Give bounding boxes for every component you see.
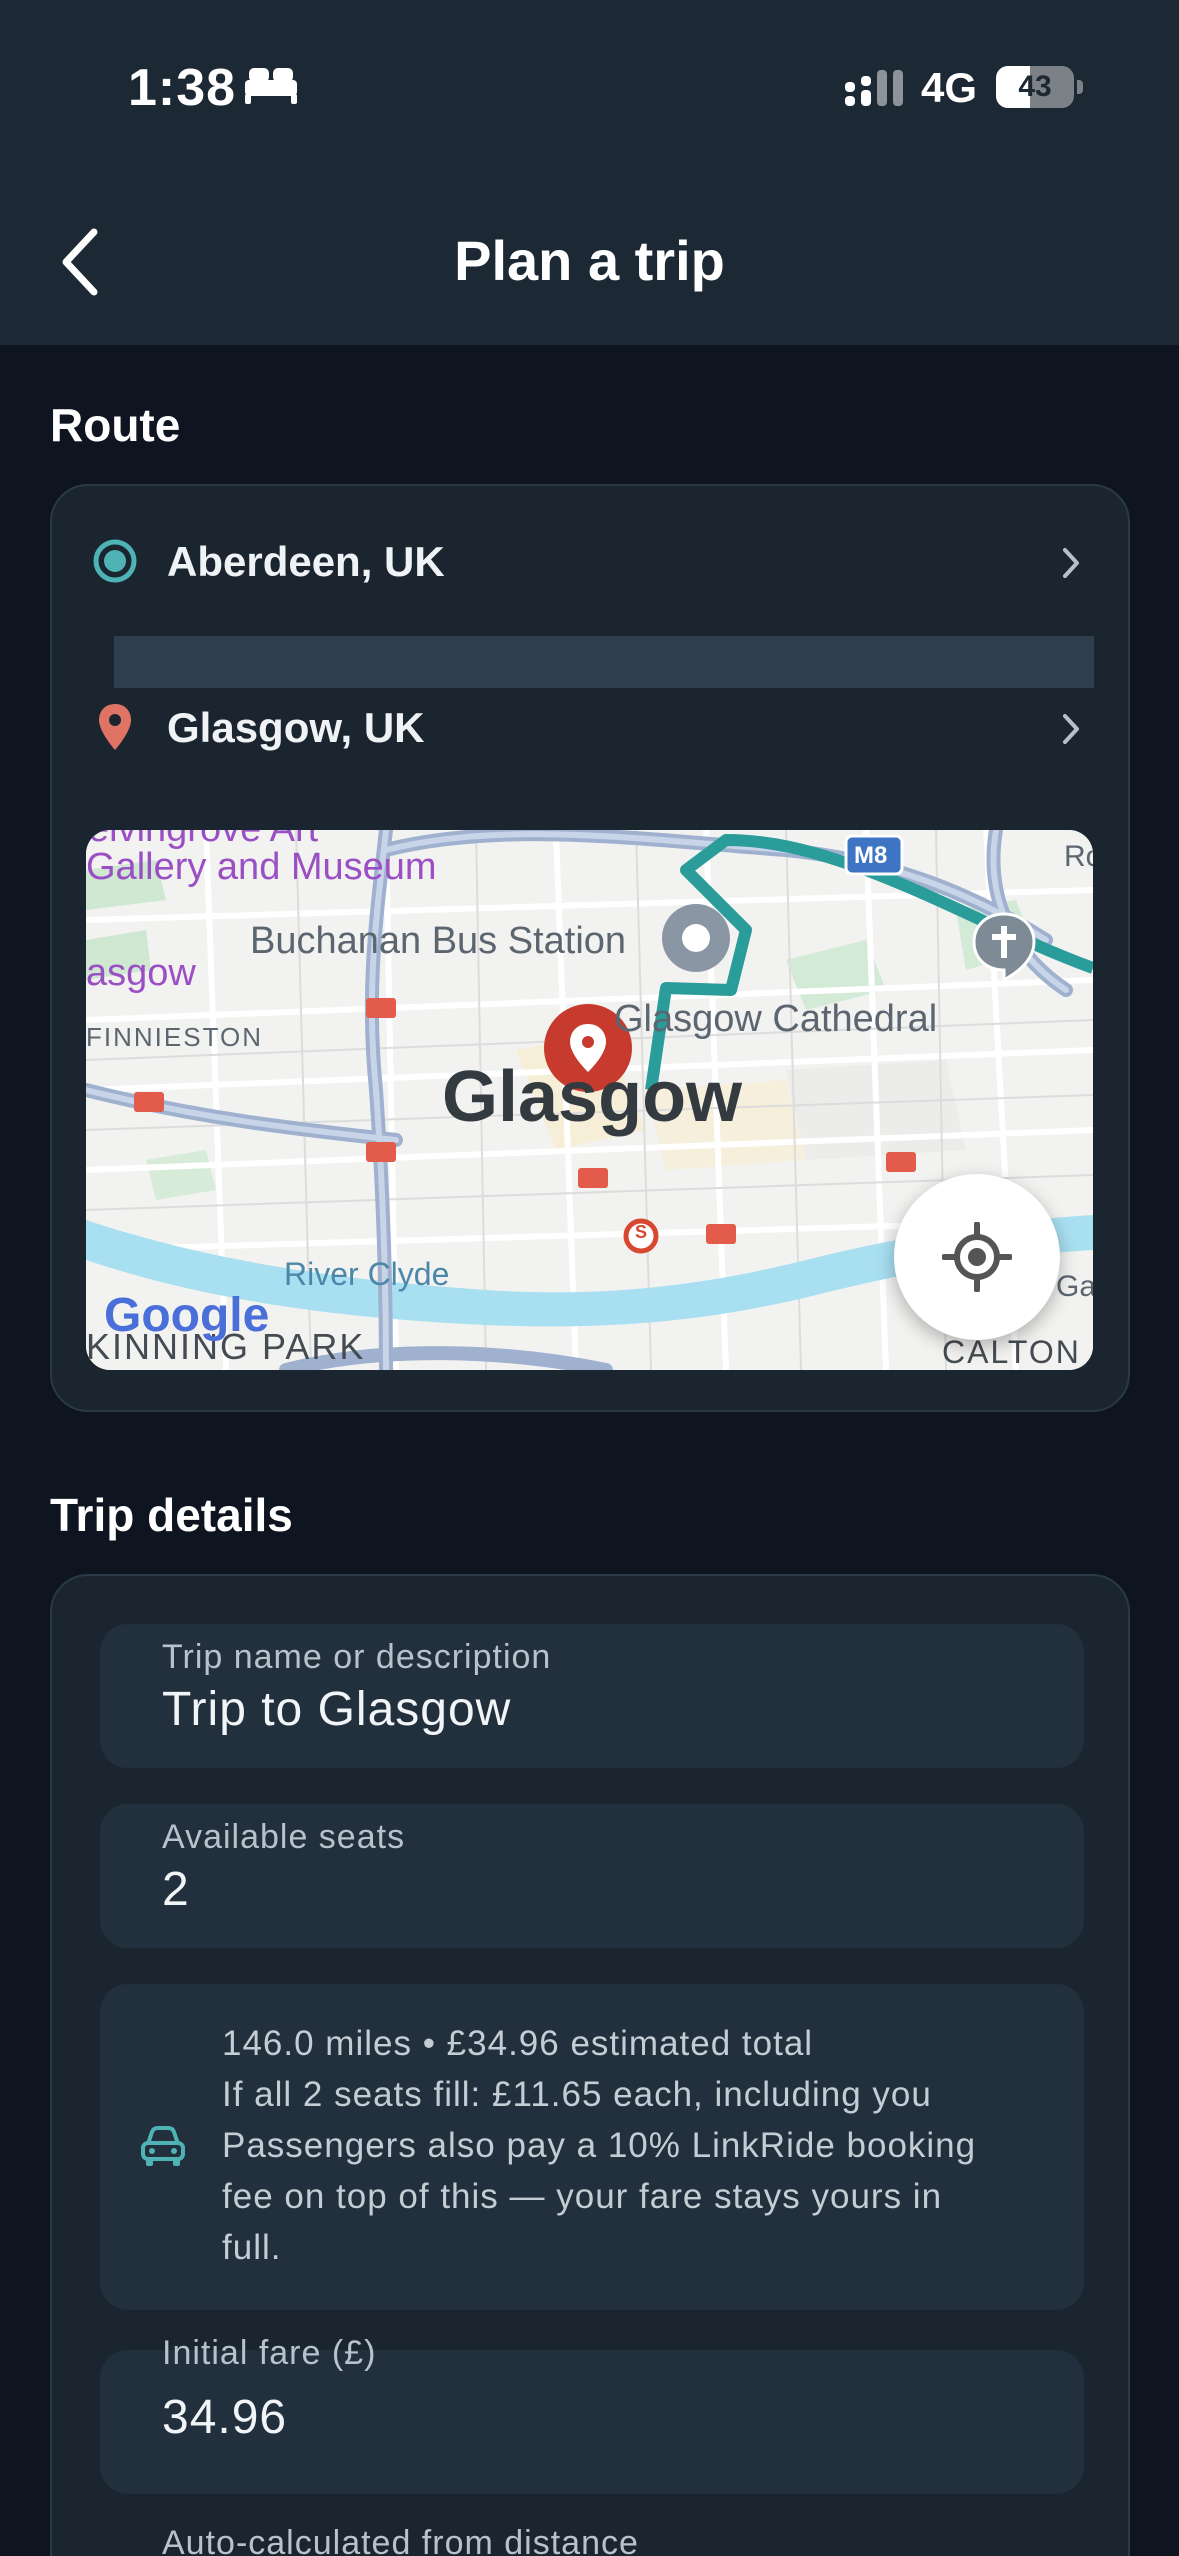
chevron-right-icon	[1063, 548, 1079, 578]
origin-radio-icon	[93, 539, 137, 583]
subway-icon: S	[635, 1222, 648, 1242]
fare-input[interactable]: 34.96	[162, 2390, 287, 2445]
origin-label: Aberdeen, UK	[167, 538, 445, 585]
cellular-signal-icon	[845, 70, 903, 106]
map-label-bus-station: Buchanan Bus Station	[250, 920, 627, 962]
trip-details-card: Trip name or description Trip to Glasgow…	[50, 1574, 1130, 2556]
map-label-river: River Clyde	[284, 1256, 450, 1292]
location-pin-icon	[99, 704, 131, 750]
estimate-line-distance: 146.0 miles • £34.96 estimated total	[222, 2024, 814, 2063]
app-header: 1:38 4G 43 Plan a trip	[0, 0, 1179, 345]
estimate-line-fee-1: Passengers also pay a 10% LinkRide booki…	[222, 2126, 977, 2165]
seats-field[interactable]: Available seats 2	[100, 1804, 1084, 1948]
fare-label: Initial fare (£)	[162, 2334, 377, 2372]
destination-row[interactable]: Glasgow, UK	[52, 682, 1132, 772]
destination-label: Glasgow, UK	[167, 704, 425, 751]
trip-details-section-title: Trip details	[50, 1489, 293, 1541]
estimate-line-split: If all 2 seats fill: £11.65 each, includ…	[222, 2075, 932, 2114]
map-label-gallery: Gallery and Museum	[86, 846, 437, 888]
car-icon	[141, 2126, 185, 2166]
battery-level: 43	[1018, 70, 1052, 103]
map-label-finnieston: FINNIESTON	[86, 1022, 263, 1052]
chevron-right-icon	[1063, 714, 1079, 744]
bed-icon	[245, 68, 297, 104]
network-type: 4G	[921, 64, 978, 111]
google-logo: Google	[104, 1289, 270, 1342]
trip-name-input[interactable]: Trip to Glasgow	[162, 1682, 511, 1737]
battery-icon: 43	[996, 66, 1084, 108]
map-label-city: Glasgow	[442, 1057, 743, 1137]
fare-field[interactable]: Initial fare (£) 34.96	[100, 2334, 1084, 2494]
map-label-ro-partial: Ro	[1064, 840, 1093, 873]
status-time: 1:38	[128, 59, 237, 117]
estimate-line-fee-2: fee on top of this — your fare stays you…	[222, 2177, 943, 2216]
route-card: Aberdeen, UK Glasgow, UK Gallery and Mus…	[50, 484, 1130, 1412]
route-section-title: Route	[50, 399, 181, 451]
trip-name-field[interactable]: Trip name or description Trip to Glasgow	[100, 1624, 1084, 1768]
fare-helper-text: Auto-calculated from distance	[162, 2524, 639, 2556]
map-label-motorway: M8	[854, 842, 888, 869]
map-label-calton: CALTON	[942, 1334, 1081, 1370]
route-map[interactable]: elvingrove Art Gallery and Museum Buchan…	[86, 830, 1093, 1370]
estimate-line-fee-3: full.	[222, 2228, 282, 2267]
seats-input[interactable]: 2	[162, 1862, 190, 1917]
page-title: Plan a trip	[454, 229, 725, 292]
trip-name-label: Trip name or description	[162, 1638, 552, 1676]
map-label-ga-partial: Ga	[1056, 1270, 1093, 1303]
route-divider	[114, 636, 1094, 688]
crosshair-icon	[942, 1222, 1012, 1292]
fare-estimate-info: 146.0 miles • £34.96 estimated total If …	[100, 1984, 1084, 2310]
origin-row[interactable]: Aberdeen, UK	[52, 516, 1132, 606]
map-label-cathedral: Glasgow Cathedral	[614, 998, 938, 1040]
map-label-glasgow-partial: asgow	[86, 952, 196, 994]
my-location-button[interactable]	[894, 1174, 1060, 1340]
status-bar: 1:38 4G 43	[0, 0, 1179, 175]
seats-label: Available seats	[162, 1818, 406, 1856]
